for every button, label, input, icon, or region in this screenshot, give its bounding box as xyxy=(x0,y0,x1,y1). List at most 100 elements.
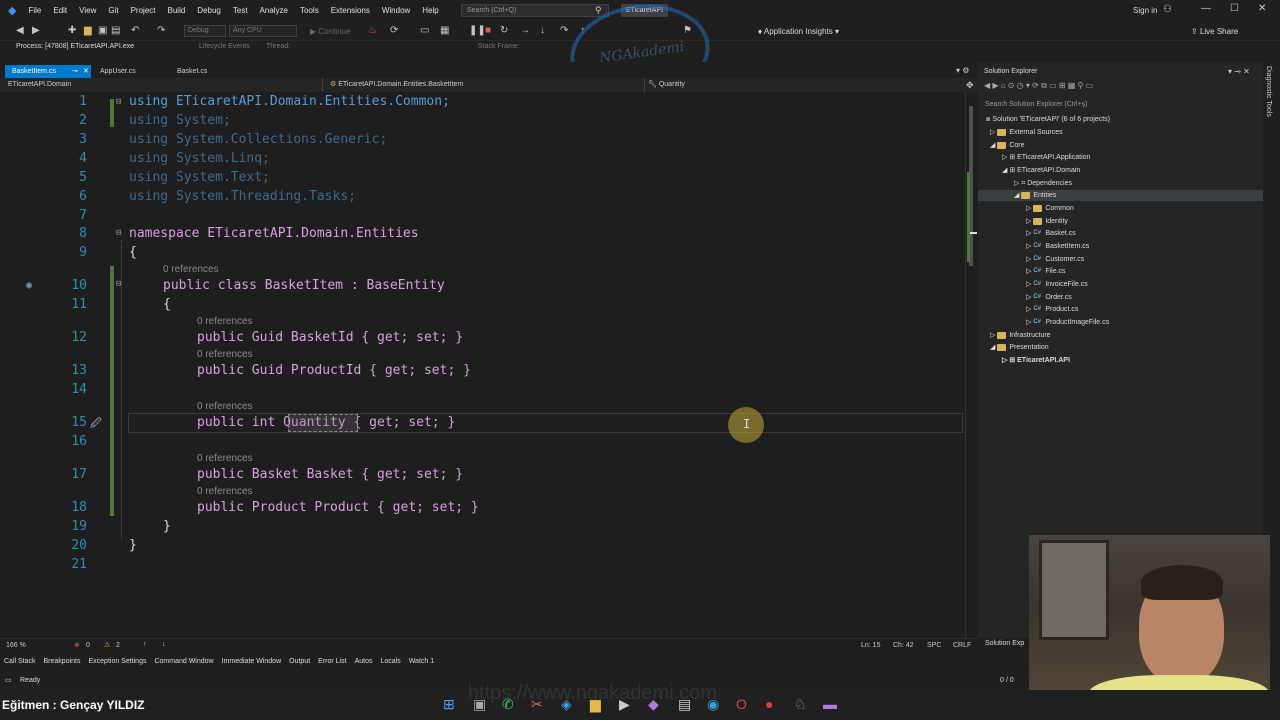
global-search-input[interactable]: Search (Ctrl+Q) xyxy=(461,4,609,17)
se-node-api[interactable]: ▷ ⊞ ETicaretAPI.API xyxy=(1002,355,1070,366)
process-select[interactable]: Process: [47808] ETicaretAPI.API.exe xyxy=(16,43,134,50)
member-dropdown[interactable]: 🔧︎ Quantity xyxy=(648,78,953,92)
sign-in-link[interactable]: Sign in xyxy=(1133,6,1157,15)
se-file-basket[interactable]: ▷ C# Basket.cs xyxy=(1026,228,1076,239)
restart-icon[interactable]: ⟳ xyxy=(390,24,398,37)
record-icon[interactable]: ● xyxy=(765,696,773,712)
se-node-domain[interactable]: ◢ ⊞ ETicaretAPI.Domain xyxy=(1002,165,1080,176)
browser-icon[interactable]: ▭ xyxy=(420,24,429,37)
search-icon[interactable]: ⚲ xyxy=(595,5,602,16)
codelens-references[interactable]: 0 references xyxy=(197,453,253,464)
se-file-order[interactable]: ▷ C# Order.cs xyxy=(1026,292,1072,303)
menu-project[interactable]: Project xyxy=(125,6,162,15)
se-file-invoicefile[interactable]: ▷ C# InvoiceFile.cs xyxy=(1026,279,1088,290)
undo-icon[interactable]: ↶ xyxy=(131,24,139,37)
tab-call-stack[interactable]: Call Stack xyxy=(0,658,40,665)
tab-locals[interactable]: Locals xyxy=(376,658,404,665)
codelens-references[interactable]: 0 references xyxy=(197,349,253,360)
start-icon[interactable]: ⊞ xyxy=(443,696,455,713)
error-count[interactable]: 0 xyxy=(86,642,90,649)
quick-action-icon[interactable]: 🖉︎ xyxy=(90,415,102,434)
line-indicator[interactable]: Ln: 15 xyxy=(861,642,880,649)
config-select[interactable]: Debug xyxy=(184,25,226,37)
menu-debug[interactable]: Debug xyxy=(191,6,227,15)
save-icon[interactable]: ▣ xyxy=(98,24,107,37)
se-file-file[interactable]: ▷ C# File.cs xyxy=(1026,266,1066,277)
editor-scrollbar[interactable] xyxy=(965,92,978,638)
postgres-icon[interactable]: ♘ xyxy=(794,696,807,713)
file-manager-icon[interactable]: ▣ xyxy=(473,696,486,713)
tab-error-list[interactable]: Error List xyxy=(314,658,350,665)
menu-edit[interactable]: Edit xyxy=(47,6,73,15)
menu-git[interactable]: Git xyxy=(102,6,124,15)
maximize-icon[interactable]: ☐ xyxy=(1230,3,1239,14)
se-node-external[interactable]: ▷ External Sources xyxy=(990,127,1063,138)
menu-test[interactable]: Test xyxy=(227,6,254,15)
code-editor[interactable]: ⊟ ⊟ ⊟ ◉ 🖉︎ 1 2 3 4 5 6 7 8 9 10 11 12 13… xyxy=(0,92,965,638)
redo-icon[interactable]: ↷ xyxy=(157,24,165,37)
se-file-basketitem[interactable]: ▷ C# BasketItem.cs xyxy=(1026,241,1089,252)
tab-immediate-window[interactable]: Immediate Window xyxy=(218,658,286,665)
tab-watch-1[interactable]: Watch 1 xyxy=(405,658,438,665)
menu-extensions[interactable]: Extensions xyxy=(325,6,376,15)
test-run-icon[interactable]: ◉ xyxy=(26,280,32,291)
line-ending-indicator[interactable]: CRLF xyxy=(953,642,971,649)
se-search-input[interactable]: Search Solution Explorer (Ctrl+ş) xyxy=(982,99,1259,111)
menu-view[interactable]: View xyxy=(73,6,102,15)
lifecycle-events[interactable]: Lifecycle Events xyxy=(199,43,250,50)
tab-command-window[interactable]: Command Window xyxy=(150,658,217,665)
new-item-icon[interactable]: ✚ xyxy=(68,24,76,37)
app-insights-button[interactable]: ♦ Application Insights ▾ xyxy=(758,27,839,36)
fold-toggle-icon[interactable]: ⊟ xyxy=(116,228,121,238)
se-node-application[interactable]: ▷ ⊞ ETicaretAPI.Application xyxy=(1002,152,1090,163)
error-icon[interactable]: ⊗ xyxy=(74,641,80,649)
whitespace-indicator[interactable]: SPC xyxy=(927,642,941,649)
continue-button[interactable]: ▶ Continue xyxy=(310,27,350,36)
platform-select[interactable]: Any CPU xyxy=(229,25,297,37)
snip-icon[interactable]: ✂ xyxy=(531,696,543,713)
se-node-common[interactable]: ▷ Common xyxy=(1026,203,1074,214)
se-node-core[interactable]: ◢ Core xyxy=(990,140,1025,151)
menu-window[interactable]: Window xyxy=(376,6,416,15)
tab-close-icon[interactable]: ✕ xyxy=(83,65,89,78)
type-dropdown[interactable]: ⚙ ETicaretAPI.Domain.Entities.BasketItem xyxy=(330,78,645,92)
project-dropdown[interactable]: ETicaretAPI.Domain xyxy=(8,78,323,92)
store-icon[interactable]: ◈ xyxy=(561,696,572,713)
terminal-icon[interactable]: ▶ xyxy=(619,696,630,713)
se-solution-node[interactable]: ⧈ Solution 'ETicaretAPI' (6 of 6 project… xyxy=(986,114,1110,125)
folder-app-icon[interactable]: ▆ xyxy=(590,696,601,713)
warning-icon[interactable]: ⚠ xyxy=(104,641,110,649)
step-icon[interactable]: → xyxy=(520,24,530,37)
se-node-identity[interactable]: ▷ Identity xyxy=(1026,216,1068,227)
edge-icon[interactable]: ◉ xyxy=(707,696,719,713)
menu-build[interactable]: Build xyxy=(162,6,192,15)
tab-overflow-icon[interactable]: ▾ ⚙ xyxy=(956,66,969,75)
opera-icon[interactable]: O xyxy=(736,696,747,712)
visual-studio-icon[interactable]: ◆ xyxy=(648,696,659,713)
se-file-customer[interactable]: ▷ C# Customer.cs xyxy=(1026,254,1084,265)
step-into-icon[interactable]: ↓ xyxy=(540,24,545,37)
panel-options-icon[interactable]: ▾ ⊸ ✕ xyxy=(1228,67,1250,76)
codelens-references[interactable]: 0 references xyxy=(197,401,253,412)
nav-up-icon[interactable]: ↑ xyxy=(143,641,147,648)
se-node-entities[interactable]: ◢ Entities xyxy=(978,190,1263,201)
nav-down-icon[interactable]: ↓ xyxy=(162,641,166,648)
tab-exception-settings[interactable]: Exception Settings xyxy=(84,658,150,665)
tab-appuser[interactable]: AppUser.cs xyxy=(93,65,168,78)
fold-toggle-icon[interactable]: ⊟ xyxy=(116,97,121,107)
live-share-button[interactable]: ⇪ Live Share xyxy=(1191,27,1238,36)
restart-debug-icon[interactable]: ↻ xyxy=(500,24,508,37)
menu-file[interactable]: File xyxy=(22,6,47,15)
step-over-icon[interactable]: ↷ xyxy=(560,24,568,37)
whatsapp-icon[interactable]: ✆ xyxy=(502,696,514,713)
tab-breakpoints[interactable]: Breakpoints xyxy=(40,658,85,665)
split-icon[interactable]: ✥ xyxy=(966,78,974,92)
hot-reload-icon[interactable]: ♨ xyxy=(368,24,377,37)
menu-tools[interactable]: Tools xyxy=(294,6,325,15)
se-node-dependencies[interactable]: ▷ ⌗ Dependencies xyxy=(1014,178,1072,189)
vs-purple-icon[interactable]: ▬ xyxy=(823,696,837,712)
tab-basketitem[interactable]: BasketItem.cs ⊸ ✕ xyxy=(5,65,91,78)
warning-count[interactable]: 2 xyxy=(116,642,120,649)
pause-icon[interactable]: ❚❚ xyxy=(469,24,486,37)
source-control-count[interactable]: 0 / 0 xyxy=(1000,673,1014,688)
